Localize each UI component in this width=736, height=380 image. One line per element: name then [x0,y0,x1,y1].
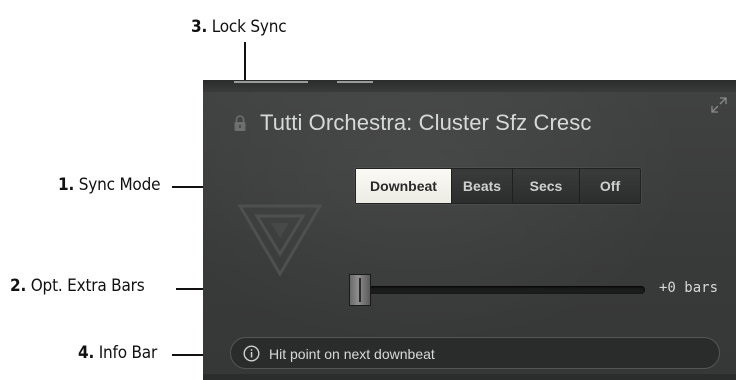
sync-mode-downbeat-button[interactable]: Downbeat [356,169,452,203]
instrument-title: Tutti Orchestra: Cluster Sfz Cresc [260,110,592,135]
callout-number: 3. [191,17,208,37]
extra-bars-slider-track[interactable] [350,286,645,294]
callout-number: 2. [10,276,27,296]
callout-sync-mode: 1. Sync Mode [58,175,161,195]
sync-mode-off-button[interactable]: Off [580,169,640,203]
info-icon [243,345,260,362]
callout-extra-bars: 2. Opt. Extra Bars [10,276,145,296]
info-bar: Hit point on next downbeat [230,337,720,369]
callout-text: Sync Mode [78,175,161,195]
callout-number: 4. [78,343,95,363]
triangle-logo-icon [237,204,323,277]
callout-info-bar: 4. Info Bar [78,343,157,363]
expand-icon[interactable] [709,95,729,115]
callout-text: Lock Sync [211,17,287,37]
tab-indicator[interactable] [337,81,373,83]
sync-mode-selector: Downbeat Beats Secs Off [355,168,641,204]
callout-text: Info Bar [98,343,158,363]
callout-lock-sync: 3. Lock Sync [191,17,287,37]
panel-top-strip [203,80,736,92]
extra-bars-value: +0 bars [659,280,719,296]
sync-panel: Tutti Orchestra: Cluster Sfz Cresc Downb… [203,80,736,380]
lock-icon[interactable] [233,114,247,132]
sync-mode-beats-button[interactable]: Beats [452,169,513,203]
sync-mode-secs-button[interactable]: Secs [513,169,580,203]
extra-bars-slider-handle[interactable] [349,274,371,306]
callout-text: Opt. Extra Bars [30,276,145,296]
panel-bottom-strip [203,374,736,380]
tab-indicator[interactable] [234,81,308,83]
callout-number: 1. [58,175,75,195]
info-message: Hit point on next downbeat [269,346,435,362]
